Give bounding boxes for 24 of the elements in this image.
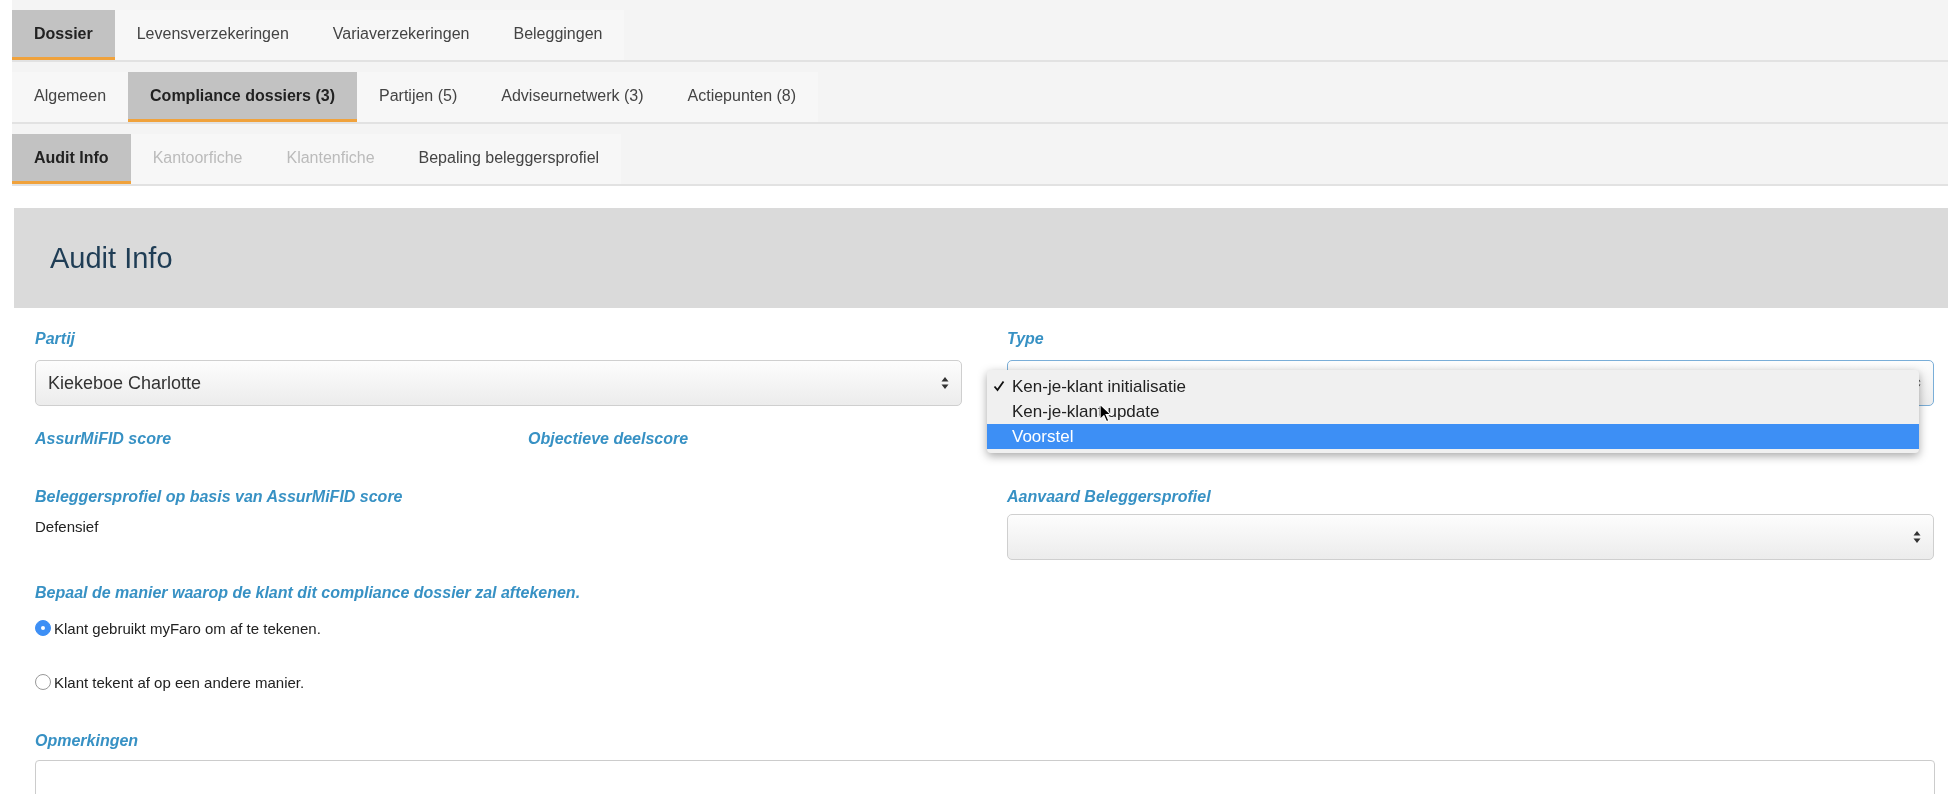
- nav-tab[interactable]: Audit Info: [12, 134, 131, 184]
- select-arrows-icon: [941, 376, 949, 390]
- select-field[interactable]: [1007, 514, 1934, 560]
- nav-tab[interactable]: Dossier: [12, 10, 115, 60]
- field-label: Aanvaard Beleggersprofiel: [1007, 488, 1211, 506]
- dropdown-option[interactable]: Ken-je-klant update: [987, 399, 1919, 424]
- field-label: Partij: [35, 330, 75, 348]
- checkmark-icon: [993, 380, 1005, 392]
- select-field[interactable]: Kiekeboe Charlotte: [35, 360, 962, 406]
- radio-label: Klant tekent af op een andere manier.: [54, 673, 305, 691]
- dropdown-option[interactable]: Ken-je-klant initialisatie: [987, 374, 1919, 399]
- radio-button[interactable]: [35, 620, 51, 636]
- radio-label: Klant gebruikt myFaro om af te tekenen.: [54, 619, 321, 637]
- field-label: Beleggersprofiel op basis van AssurMiFID score: [35, 488, 403, 506]
- field-label: AssurMiFID score: [35, 430, 173, 448]
- panel-title: Audit Info: [50, 241, 173, 275]
- nav-tab[interactable]: Compliance dossiers (3): [128, 72, 357, 122]
- field-value: Defensief: [35, 518, 99, 535]
- select-arrows-icon: [1913, 530, 1921, 544]
- field-label: Bepaal de manier waarop de klant dit compliance dossier zal aftekenen.: [35, 584, 581, 602]
- field-label: Opmerkingen: [35, 732, 139, 750]
- radio-button[interactable]: [35, 674, 51, 690]
- field-label: Type: [1007, 330, 1044, 348]
- field-label: Objectieve deelscore: [528, 430, 690, 448]
